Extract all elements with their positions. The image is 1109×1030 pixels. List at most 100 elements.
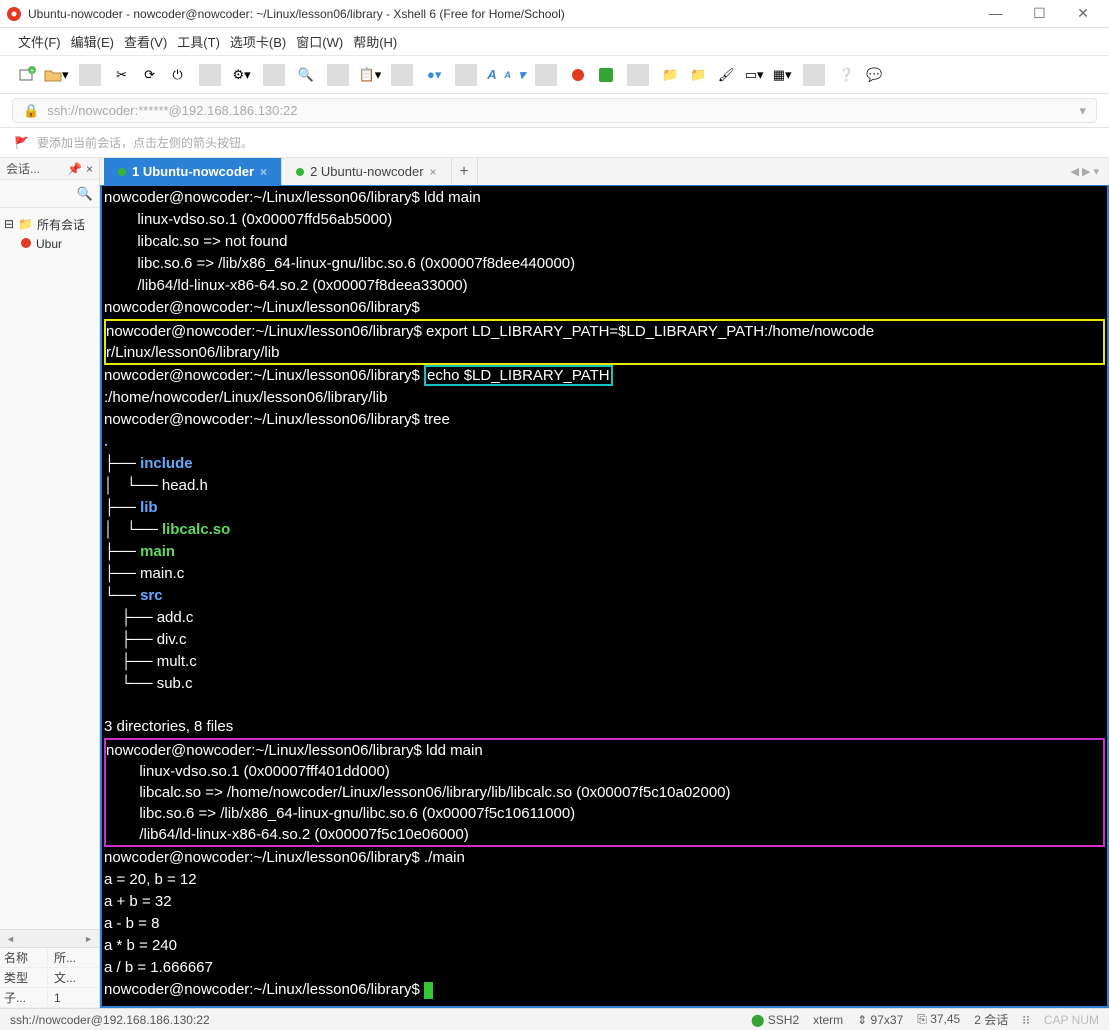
cut-icon[interactable]: ✂ — [111, 62, 133, 88]
prop-val: 1 — [48, 991, 61, 1005]
tab-close-icon[interactable]: × — [260, 165, 267, 179]
dropdown-icon[interactable]: ▾ — [1079, 103, 1086, 119]
new-folder-icon[interactable]: 📁 — [687, 62, 709, 88]
layout-icon[interactable]: ▦▾ — [771, 62, 793, 88]
brand-icon[interactable] — [567, 62, 589, 88]
toolbar-separator — [79, 64, 101, 86]
status-bar: ssh://nowcoder@192.168.186.130:22 ⬤ SSH2… — [0, 1008, 1109, 1030]
toolbar-separator — [803, 64, 825, 86]
folder-tool-icon[interactable]: 📁 — [659, 62, 681, 88]
status-dot-icon — [118, 168, 126, 176]
copy-icon[interactable]: 📋▾ — [359, 62, 382, 88]
window-title: Ubuntu-nowcoder - nowcoder@nowcoder: ~/L… — [28, 7, 976, 21]
session-tree: ⊟ 📁 所有会话 Ubur — [0, 208, 99, 929]
settings-icon[interactable]: ⚙▾ — [231, 62, 253, 88]
menu-view[interactable]: 查看(V) — [124, 32, 167, 51]
help-icon[interactable]: ❔ — [835, 62, 857, 88]
sidebar-close-icon[interactable]: × — [86, 162, 93, 176]
tab-strip: 1 Ubuntu-nowcoder × 2 Ubuntu-nowcoder × … — [100, 158, 1109, 186]
sidebar-title-bar: 会话... 📌 × — [0, 158, 99, 180]
new-tab-button[interactable]: + — [452, 158, 478, 185]
grip-icon: ⁝⁝ — [1022, 1013, 1030, 1027]
maximize-button[interactable]: ☐ — [1019, 5, 1059, 22]
terminal-line: /lib64/ld-linux-x86-64.so.2 (0x00007f8de… — [104, 277, 468, 294]
terminal-line: ├── mult.c — [104, 653, 197, 670]
hint-bar: 🚩 要添加当前会话，点击左侧的箭头按钮。 — [0, 128, 1109, 158]
terminal-line: a * b = 240 — [104, 937, 177, 954]
minimize-button[interactable]: — — [976, 5, 1016, 21]
status-pos: ⎘ 37,45 — [917, 1012, 960, 1027]
window-controls: — ☐ ✕ — [976, 5, 1103, 22]
terminal-line: libcalc.so => not found — [104, 233, 287, 250]
address-input[interactable]: 🔒 ssh://nowcoder:******@192.168.186.130:… — [12, 98, 1097, 123]
address-bar: 🔒 ssh://nowcoder:******@192.168.186.130:… — [0, 94, 1109, 128]
xftp-icon[interactable] — [595, 62, 617, 88]
status-sessions: 2 会话 — [974, 1011, 1008, 1028]
app-icon — [6, 6, 22, 22]
reconnect-icon[interactable]: ⟳ — [139, 62, 161, 88]
session-sidebar: 会话... 📌 × 🔍 ⊟ 📁 所有会话 Ubur ◄► 名称所... 类型文.… — [0, 158, 100, 1008]
sidebar-scrollbar[interactable]: ◄► — [0, 929, 99, 947]
title-bar: Ubuntu-nowcoder - nowcoder@nowcoder: ~/L… — [0, 0, 1109, 28]
toolbar-separator — [391, 64, 413, 86]
highlight-box-cyan: echo $LD_LIBRARY_PATH — [424, 365, 613, 386]
window-icon[interactable]: ▭▾ — [743, 62, 765, 88]
sidebar-search[interactable]: 🔍 — [0, 180, 99, 208]
close-button[interactable]: ✕ — [1063, 5, 1103, 22]
globe-icon[interactable]: ●▾ — [423, 62, 445, 88]
menu-window[interactable]: 窗口(W) — [296, 32, 343, 51]
terminal-line: └── sub.c — [104, 675, 193, 692]
toolbar-separator — [263, 64, 285, 86]
tree-item-label: Ubur — [36, 237, 62, 251]
tree-root[interactable]: ⊟ 📁 所有会话 — [4, 214, 95, 234]
disconnect-icon[interactable]: ⏻ — [167, 62, 189, 88]
cursor — [424, 982, 433, 999]
status-term: xterm — [813, 1013, 843, 1027]
toolbar-separator — [627, 64, 649, 86]
terminal-line: │ └── libcalc.so — [104, 521, 230, 538]
session-icon — [20, 237, 32, 252]
terminal-line: └── src — [104, 587, 163, 604]
terminal-line: a - b = 8 — [104, 915, 159, 932]
menu-file[interactable]: 文件(F) — [18, 32, 61, 51]
pin-icon[interactable]: 📌 — [67, 162, 82, 176]
prop-key: 类型 — [0, 969, 48, 986]
tab-session-2[interactable]: 2 Ubuntu-nowcoder × — [282, 158, 451, 185]
status-ssh: ⬤ SSH2 — [751, 1013, 799, 1027]
tab-session-1[interactable]: 1 Ubuntu-nowcoder × — [104, 158, 282, 185]
prop-key: 子... — [0, 989, 48, 1006]
terminal-line: nowcoder@nowcoder:~/Linux/lesson06/libra… — [104, 299, 420, 316]
font-icon[interactable]: AA▾ — [487, 62, 525, 88]
tab-nav[interactable]: ◀ ▶ ▾ — [1070, 158, 1109, 185]
tree-item-ubuntu[interactable]: Ubur — [4, 234, 95, 254]
terminal-line: 3 directories, 8 files — [104, 718, 233, 735]
status-caps: CAP NUM — [1044, 1013, 1099, 1027]
prop-row: 子...1 — [0, 988, 99, 1008]
terminal-line: ├── main — [104, 543, 175, 560]
tab-close-icon[interactable]: × — [430, 165, 437, 179]
highlight-box-yellow: nowcoder@nowcoder:~/Linux/lesson06/libra… — [104, 319, 1105, 365]
toolbar-separator — [199, 64, 221, 86]
terminal-line: │ └── head.h — [104, 477, 208, 494]
menu-tabs[interactable]: 选项卡(B) — [230, 32, 286, 51]
menu-edit[interactable]: 编辑(E) — [71, 32, 114, 51]
prop-key: 名称 — [0, 949, 48, 966]
open-session-icon[interactable]: ▾ — [44, 62, 69, 88]
tab-label: 1 Ubuntu-nowcoder — [132, 164, 254, 179]
new-session-icon[interactable]: + — [16, 62, 38, 88]
feedback-icon[interactable]: 💬 — [863, 62, 885, 88]
terminal[interactable]: nowcoder@nowcoder:~/Linux/lesson06/libra… — [100, 186, 1109, 1008]
paint-icon[interactable]: 🖌 — [715, 62, 737, 88]
terminal-line: a = 20, b = 12 — [104, 871, 197, 888]
menu-help[interactable]: 帮助(H) — [353, 32, 397, 51]
terminal-line: . — [104, 433, 108, 450]
terminal-line: ├── lib — [104, 499, 158, 516]
menu-bar: 文件(F) 编辑(E) 查看(V) 工具(T) 选项卡(B) 窗口(W) 帮助(… — [0, 28, 1109, 56]
tab-label: 2 Ubuntu-nowcoder — [310, 164, 423, 179]
address-text: ssh://nowcoder:******@192.168.186.130:22 — [47, 103, 297, 118]
hint-text: 要添加当前会话，点击左侧的箭头按钮。 — [37, 134, 253, 151]
menu-tools[interactable]: 工具(T) — [177, 32, 220, 51]
status-size: ⇕ 97x37 — [857, 1013, 903, 1027]
svg-text:+: + — [30, 68, 34, 75]
search-icon[interactable]: 🔍 — [295, 62, 317, 88]
